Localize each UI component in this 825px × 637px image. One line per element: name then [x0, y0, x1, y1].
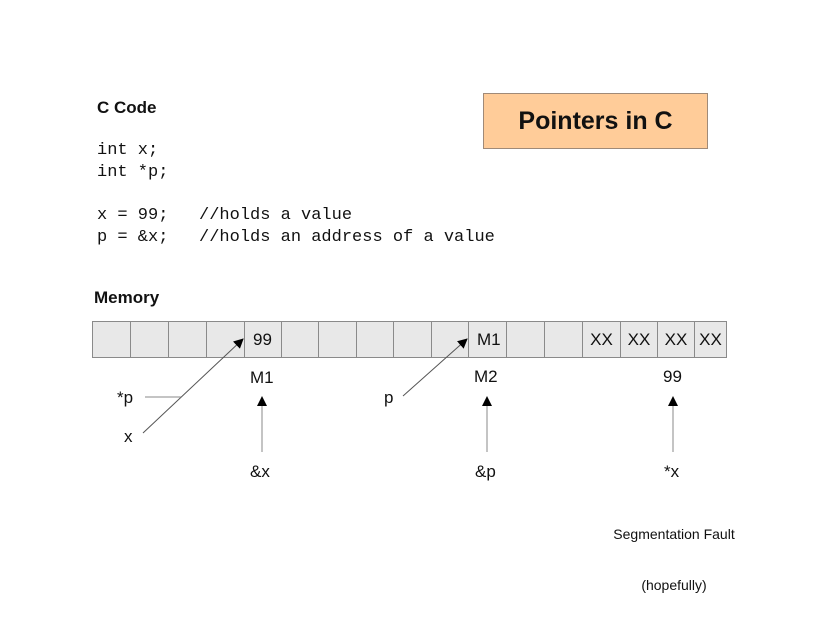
label-amp-x: &x	[250, 462, 270, 481]
label-star-p: *p	[117, 388, 134, 407]
label-address-m2: M2	[474, 367, 498, 386]
x-to-cell-arrow	[142, 338, 244, 434]
label-x: x	[124, 427, 133, 446]
segfault-note: Segmentation Fault (hopefully)	[598, 492, 750, 628]
label-address-m1: M1	[250, 368, 274, 387]
label-p: p	[384, 388, 394, 407]
segfault-line-1: Segmentation Fault	[613, 526, 735, 542]
pointers-diagram: C Code int x; int *p; x = 99; //holds a …	[0, 0, 825, 637]
segfault-line-2: (hopefully)	[641, 577, 707, 593]
label-star-x: *x	[664, 462, 680, 481]
p-to-cell-arrow	[402, 338, 468, 397]
label-amp-p: &p	[475, 462, 496, 481]
label-value-99: 99	[663, 367, 682, 386]
